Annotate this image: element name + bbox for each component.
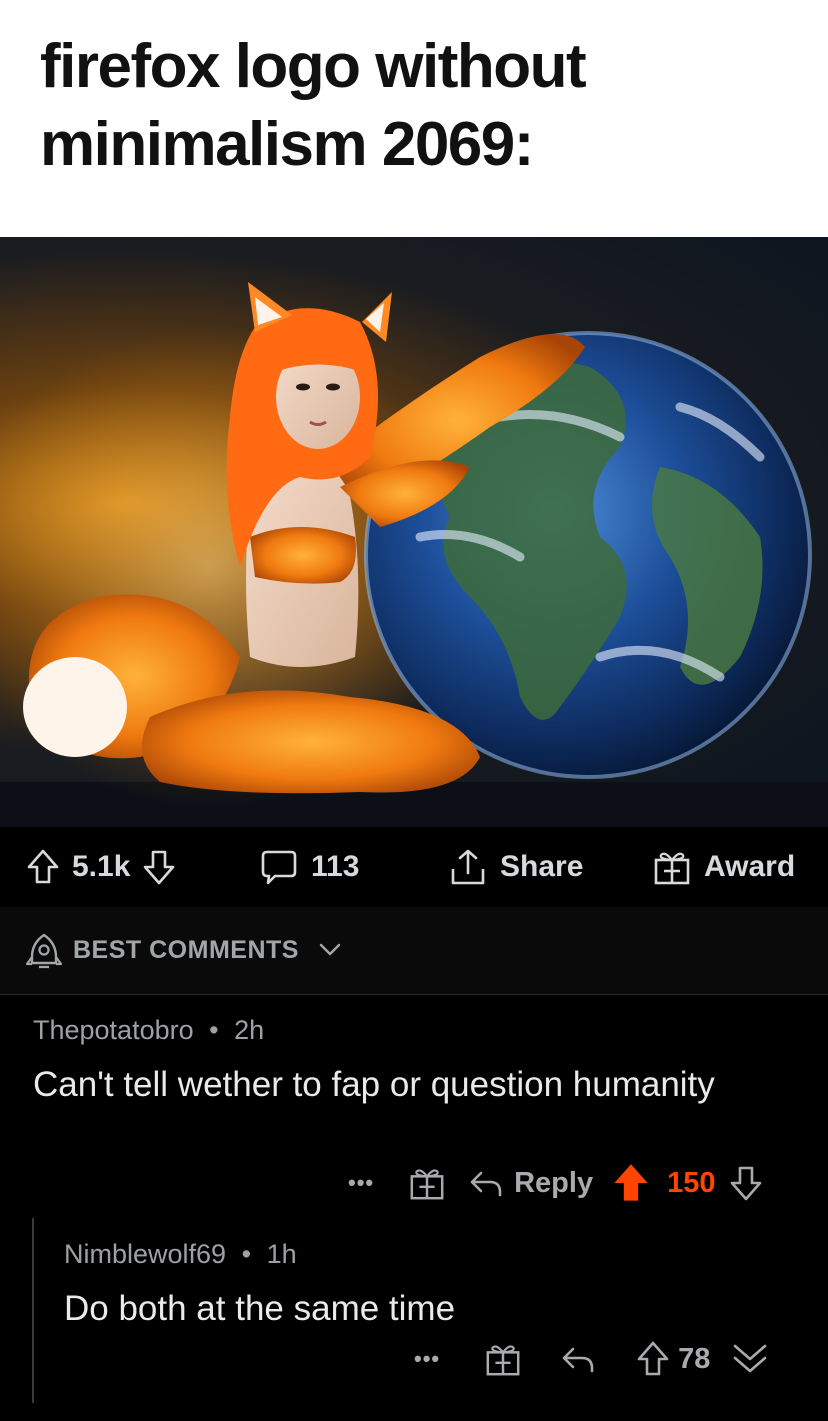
meme-caption-panel: firefox logo without minimalism 2069: <box>0 0 828 237</box>
share-icon <box>448 847 488 887</box>
reply-button[interactable]: Reply <box>468 1167 593 1200</box>
comment-age: 1h <box>266 1239 297 1269</box>
reply-arrow-icon[interactable] <box>560 1343 596 1375</box>
share-button[interactable]: Share <box>448 827 583 907</box>
collapse-thread-icon[interactable] <box>732 1342 768 1376</box>
rocket-icon <box>25 931 63 971</box>
gift-icon[interactable] <box>484 1340 522 1378</box>
share-label: Share <box>500 850 584 883</box>
meme-caption-text: firefox logo without minimalism 2069: <box>40 32 587 179</box>
award-button[interactable]: Award <box>652 827 795 907</box>
upvote-icon[interactable] <box>636 1340 670 1378</box>
comment-score: 78 <box>678 1342 711 1375</box>
comments-button[interactable]: 113 <box>259 827 359 907</box>
comment-body: Can't tell wether to fap or question hum… <box>33 1065 715 1104</box>
post-image-artwork <box>0 282 828 827</box>
comment-actions: ••• 78 <box>414 1336 768 1382</box>
comment-meta: Nimblewolf69 • 1h <box>64 1239 297 1270</box>
comment-age: 2h <box>234 1015 265 1045</box>
upvote-icon[interactable] <box>611 1162 651 1204</box>
gift-icon[interactable] <box>408 1164 446 1202</box>
award-label: Award <box>704 850 796 883</box>
comment-author[interactable]: Nimblewolf69 <box>64 1239 226 1269</box>
thread-line[interactable] <box>32 1218 34 1403</box>
downvote-icon[interactable] <box>142 848 176 886</box>
upvote-icon[interactable] <box>26 848 60 886</box>
comment-bubble-icon <box>259 847 299 887</box>
meta-separator: • <box>241 1239 252 1269</box>
comment-score: 150 <box>667 1166 716 1199</box>
sort-label: BEST COMMENTS <box>73 936 299 964</box>
comment-sort-bar[interactable]: BEST COMMENTS <box>0 907 828 995</box>
comment-count: 113 <box>311 850 360 883</box>
comment-meta: Thepotatobro • 2h <box>33 1015 264 1046</box>
vote-control: 5.1k <box>26 827 176 907</box>
more-options-button[interactable]: ••• <box>348 1170 374 1196</box>
comment-actions: ••• Reply 150 <box>348 1160 763 1206</box>
reply-label: Reply <box>514 1166 594 1199</box>
chevron-down-icon <box>319 943 341 957</box>
vote-count: 5.1k <box>72 850 131 883</box>
post-image[interactable] <box>0 237 828 827</box>
comment-body: Do both at the same time <box>64 1289 456 1328</box>
more-options-button[interactable]: ••• <box>414 1346 440 1372</box>
downvote-icon[interactable] <box>729 1164 763 1202</box>
post-action-bar: 5.1k 113 Share Award <box>0 827 828 907</box>
reply-arrow-icon <box>468 1167 504 1199</box>
comment-author[interactable]: Thepotatobro <box>33 1015 194 1045</box>
gift-icon <box>652 847 692 887</box>
meta-separator: • <box>209 1015 219 1045</box>
